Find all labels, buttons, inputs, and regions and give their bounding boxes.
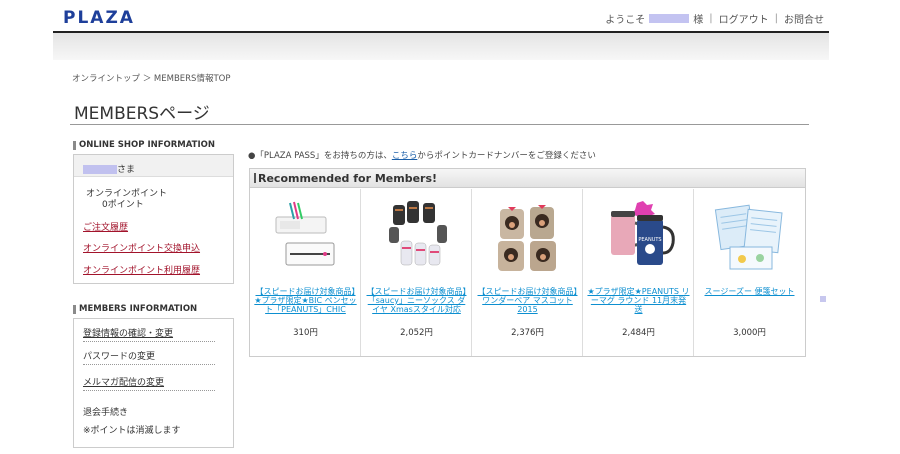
mug-image[interactable]: PEANUTS: [597, 197, 680, 275]
points-history-link[interactable]: オンラインポイント利用履歴: [83, 263, 200, 276]
edit-profile-link[interactable]: 登録情報の確認・変更: [83, 326, 217, 339]
change-password-link[interactable]: パスワードの変更: [83, 349, 217, 362]
recommended-header: Recommended for Members!: [250, 169, 805, 188]
product-price: 2,052円: [400, 328, 433, 338]
gloves-image[interactable]: [375, 197, 458, 275]
recommended-title-text: Recommended for Members!: [258, 172, 438, 185]
plaza-logo[interactable]: PLAZA: [63, 8, 135, 28]
product-card[interactable]: 【スピードお届け対象商品】★プラザ限定★BIC ペンセット「PEANUTS」CH…: [250, 189, 361, 356]
members-info-box: 登録情報の確認・変更 パスワードの変更 メルマガ配信の変更 退会手続き ※ポイン…: [73, 318, 234, 448]
order-history-link[interactable]: ご注文履歴: [83, 220, 128, 233]
separator: |: [709, 13, 713, 24]
redacted-username: [649, 14, 690, 23]
product-card[interactable]: 【スピードお届け対象商品】「saucy」ニーソックス ダイヤ Xmasスタイル対…: [361, 189, 472, 356]
greeting-suffix: さま: [117, 165, 136, 175]
product-card[interactable]: スージーズー 便箋セット 3,000円: [694, 189, 805, 356]
dotted-divider: [83, 390, 215, 391]
shop-info-heading: ONLINE SHOP INFORMATION: [73, 141, 215, 150]
product-name-link[interactable]: スージーズー 便箋セット: [698, 287, 801, 296]
product-name-link[interactable]: 【スピードお届け対象商品】★プラザ限定★BIC ペンセット「PEANUTS」CH…: [254, 287, 357, 314]
stationery-image[interactable]: [708, 197, 791, 275]
product-price: 3,000円: [733, 328, 766, 338]
newsletter-settings-link[interactable]: メルマガ配信の変更: [83, 375, 217, 388]
notice-suffix: からポイントカードナンバーをご登録ください: [417, 151, 596, 161]
plaza-pass-notice: ●「PLAZA PASS」をお持ちの方は、こちらからポイントカードナンバーをご登…: [248, 149, 596, 161]
title-divider: [70, 124, 809, 125]
product-name-link[interactable]: 【スピードお届け対象商品】ワンダーベア マスコット 2015: [476, 287, 579, 314]
page-title: MEMBERSページ: [74, 104, 210, 124]
recommended-panel: Recommended for Members! 【スピードお届け対象商品】★プ…: [249, 168, 806, 357]
points-exchange-link[interactable]: オンラインポイント交換申込: [83, 241, 200, 254]
pen-set-image[interactable]: [264, 197, 347, 275]
contact-link[interactable]: お問合せ: [784, 11, 824, 26]
points-expire-note: ※ポイントは消滅します: [83, 426, 181, 436]
global-nav-bar: [53, 33, 829, 60]
svg-text:PEANUTS: PEANUTS: [638, 237, 661, 243]
product-price: 2,376円: [511, 328, 544, 338]
honorific-text: 様: [693, 15, 704, 26]
breadcrumb: オンライントップ ＞ MEMBERS情報TOP: [72, 74, 231, 84]
recommended-title: Recommended for Members!: [254, 172, 437, 185]
dotted-divider: [83, 364, 215, 365]
product-name-link[interactable]: 【スピードお届け対象商品】「saucy」ニーソックス ダイヤ Xmasスタイル対…: [365, 287, 468, 314]
notice-prefix: ●「PLAZA PASS」をお持ちの方は、: [248, 151, 392, 161]
user-links: ようこそ 様 | ログアウト | お問合せ: [605, 11, 824, 26]
register-card-link[interactable]: こちら: [392, 151, 418, 161]
page-top-marker[interactable]: [820, 296, 826, 302]
points-value: 0ポイント: [102, 200, 144, 210]
members-info-heading: MEMBERS INFORMATION: [73, 305, 197, 314]
withdraw-link[interactable]: 退会手続き: [83, 405, 217, 418]
product-price: 2,484円: [622, 328, 655, 338]
shop-info-box: さま オンラインポイント 0ポイント ご注文履歴 オンラインポイント交換申込 オ…: [73, 154, 234, 284]
redacted-username: [83, 165, 117, 174]
mascot-bags-image[interactable]: [486, 197, 569, 275]
product-price: 310円: [293, 328, 318, 338]
product-card[interactable]: PEANUTS ★プラザ限定★PEANUTS リーマグ ラウンド 11月末発送 …: [583, 189, 694, 356]
product-card[interactable]: 【スピードお届け対象商品】ワンダーベア マスコット 2015 2,376円: [472, 189, 583, 356]
product-name-link[interactable]: ★プラザ限定★PEANUTS リーマグ ラウンド 11月末発送: [587, 287, 690, 314]
heading-bar-icon: [254, 173, 256, 183]
greeting: さま: [83, 162, 135, 175]
welcome-text: ようこそ: [605, 15, 646, 26]
separator: |: [774, 13, 778, 24]
logout-link[interactable]: ログアウト: [719, 11, 769, 26]
dotted-divider: [83, 341, 215, 342]
